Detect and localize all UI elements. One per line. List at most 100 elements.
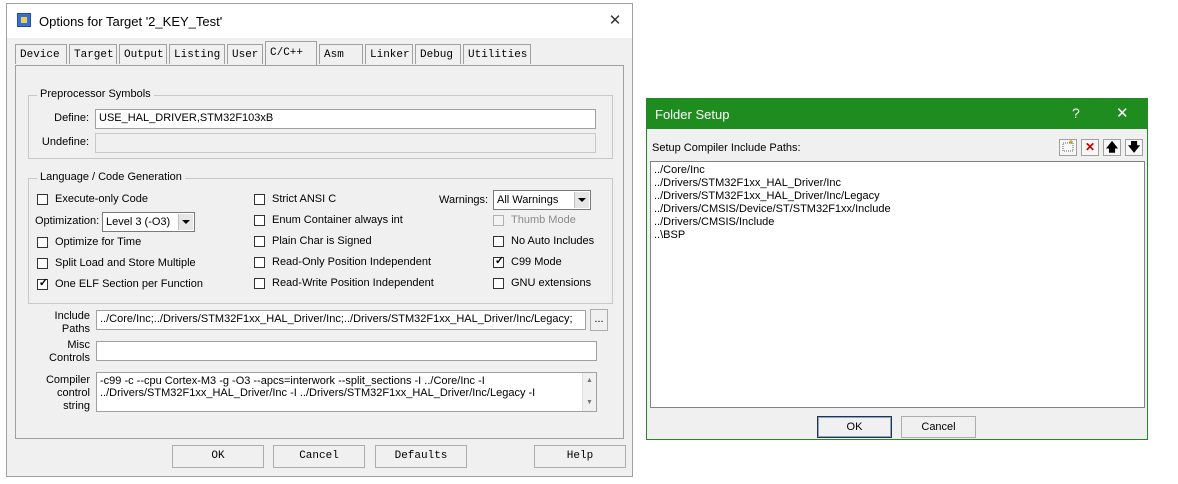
list-item[interactable]: ..\BSP bbox=[654, 229, 685, 241]
folder-cancel-button[interactable]: Cancel bbox=[901, 416, 976, 438]
strict-ansi-checkbox[interactable] bbox=[254, 194, 265, 205]
gnu-ext-label: GNU extensions bbox=[511, 277, 592, 289]
ro-pi-label: Read-Only Position Independent bbox=[272, 256, 431, 268]
ok-button[interactable]: OK bbox=[172, 445, 264, 468]
options-titlebar[interactable]: Options for Target '2_KEY_Test' ✕ bbox=[7, 4, 632, 38]
tab-debug[interactable]: Debug bbox=[415, 44, 461, 64]
thumb-mode-label: Thumb Mode bbox=[511, 214, 576, 226]
optimize-time-checkbox[interactable] bbox=[37, 237, 48, 248]
new-folder-icon[interactable] bbox=[1059, 139, 1077, 156]
compiler-control-label-line1: Compiler bbox=[45, 374, 90, 386]
undefine-input[interactable] bbox=[95, 133, 596, 153]
misc-controls-label-line2: Controls bbox=[49, 352, 90, 364]
preprocessor-group: Preprocessor Symbols Define: USE_HAL_DRI… bbox=[28, 88, 613, 159]
folder-setup-title: Folder Setup bbox=[655, 107, 730, 122]
compiler-control-label-line2: control bbox=[56, 387, 90, 399]
optimization-select[interactable]: Level 3 (-O3) bbox=[102, 212, 195, 232]
options-title: Options for Target '2_KEY_Test' bbox=[39, 14, 223, 29]
check-icon: ✓ bbox=[38, 277, 49, 289]
include-paths-list[interactable]: ../Core/Inc ../Drivers/STM32F1xx_HAL_Dri… bbox=[650, 161, 1145, 408]
keil-app-icon bbox=[17, 13, 31, 27]
execute-only-label: Execute-only Code bbox=[55, 193, 148, 205]
cancel-button[interactable]: Cancel bbox=[273, 445, 365, 468]
tab-device[interactable]: Device bbox=[15, 44, 67, 64]
undefine-label: Undefine: bbox=[41, 136, 89, 148]
language-group: Language / Code Generation Execute-only … bbox=[28, 171, 613, 304]
enum-container-label: Enum Container always int bbox=[272, 214, 403, 226]
tab-user[interactable]: User bbox=[227, 44, 263, 64]
options-dialog: Options for Target '2_KEY_Test' ✕ Device… bbox=[6, 3, 633, 477]
c99-mode-checkbox[interactable]: ✓ bbox=[493, 255, 504, 268]
tab-target[interactable]: Target bbox=[69, 44, 117, 64]
tab-asm[interactable]: Asm bbox=[319, 44, 363, 64]
execute-only-checkbox[interactable] bbox=[37, 194, 48, 205]
preprocessor-legend: Preprocessor Symbols bbox=[37, 88, 154, 100]
misc-controls-label-line1: Misc bbox=[67, 339, 90, 351]
list-item[interactable]: ../Drivers/CMSIS/Device/ST/STM32F1xx/Inc… bbox=[654, 203, 891, 215]
warnings-label: Warnings: bbox=[439, 194, 489, 206]
folder-ok-button[interactable]: OK bbox=[817, 416, 892, 438]
tab-linker[interactable]: Linker bbox=[365, 44, 413, 64]
warnings-select[interactable]: All Warnings bbox=[493, 190, 591, 210]
compiler-control-label: Compiler control string bbox=[24, 374, 90, 413]
tab-output[interactable]: Output bbox=[119, 44, 167, 64]
compiler-control-scrollbar[interactable]: ▲ ▼ bbox=[582, 373, 596, 411]
compiler-control-line2: ../Drivers/STM32F1xx_HAL_Driver/Inc -I .… bbox=[100, 387, 536, 399]
chevron-down-icon[interactable] bbox=[574, 192, 589, 208]
compiler-control-label-line3: string bbox=[63, 400, 90, 412]
ro-pi-checkbox[interactable] bbox=[254, 257, 265, 268]
compiler-control-textarea[interactable]: -c99 -c --cpu Cortex-M3 -g -O3 --apcs=in… bbox=[96, 372, 597, 412]
define-input[interactable]: USE_HAL_DRIVER,STM32F103xB bbox=[95, 109, 596, 129]
list-item[interactable]: ../Drivers/STM32F1xx_HAL_Driver/Inc bbox=[654, 177, 841, 189]
close-icon[interactable]: ✕ bbox=[604, 10, 626, 32]
chevron-down-icon[interactable] bbox=[178, 214, 193, 230]
define-label: Define: bbox=[54, 112, 89, 124]
list-item[interactable]: ../Drivers/STM32F1xx_HAL_Driver/Inc/Lega… bbox=[654, 190, 880, 202]
include-paths-label-line1: Include bbox=[54, 310, 90, 322]
optimization-label: Optimization: bbox=[35, 215, 100, 227]
optimization-value: Level 3 (-O3) bbox=[106, 216, 171, 228]
c-cpp-tab-panel: Preprocessor Symbols Define: USE_HAL_DRI… bbox=[15, 65, 624, 439]
help-icon[interactable]: ? bbox=[1072, 105, 1080, 121]
scroll-down-icon[interactable]: ▼ bbox=[586, 397, 593, 409]
move-up-icon[interactable]: 🡅 bbox=[1103, 139, 1121, 156]
tab-listing[interactable]: Listing bbox=[169, 44, 225, 64]
close-icon[interactable]: ✕ bbox=[1116, 104, 1129, 122]
no-auto-includes-label: No Auto Includes bbox=[511, 235, 595, 247]
optimize-time-label: Optimize for Time bbox=[55, 236, 142, 248]
gnu-ext-checkbox[interactable] bbox=[493, 278, 504, 289]
tab-utilities[interactable]: Utilities bbox=[463, 44, 531, 64]
warnings-value: All Warnings bbox=[497, 194, 559, 206]
one-elf-label: One ELF Section per Function bbox=[55, 278, 203, 290]
rw-pi-checkbox[interactable] bbox=[254, 278, 265, 289]
split-load-label: Split Load and Store Multiple bbox=[55, 257, 196, 269]
scroll-up-icon[interactable]: ▲ bbox=[586, 375, 593, 387]
tab-c-cpp[interactable]: C/C++ bbox=[265, 41, 317, 65]
delete-icon[interactable]: ✕ bbox=[1081, 139, 1099, 156]
list-item[interactable]: ../Core/Inc bbox=[654, 164, 705, 176]
include-paths-label-line2: Paths bbox=[61, 323, 90, 335]
help-button[interactable]: Help bbox=[534, 445, 626, 468]
defaults-button[interactable]: Defaults bbox=[375, 445, 467, 468]
plain-char-label: Plain Char is Signed bbox=[272, 235, 372, 247]
include-paths-header-label: Setup Compiler Include Paths: bbox=[652, 142, 801, 154]
include-paths-browse-button[interactable]: ... bbox=[590, 309, 608, 331]
misc-controls-label: Misc Controls bbox=[24, 339, 90, 365]
misc-controls-input[interactable] bbox=[96, 341, 597, 361]
c99-mode-label: C99 Mode bbox=[511, 256, 562, 268]
split-load-checkbox[interactable] bbox=[37, 258, 48, 269]
enum-container-checkbox[interactable] bbox=[254, 215, 265, 226]
move-down-icon[interactable]: 🡇 bbox=[1125, 139, 1143, 156]
plain-char-checkbox[interactable] bbox=[254, 236, 265, 247]
no-auto-includes-checkbox[interactable] bbox=[493, 236, 504, 247]
thumb-mode-checkbox bbox=[493, 215, 504, 226]
folder-setup-dialog: Folder Setup ? ✕ Setup Compiler Include … bbox=[646, 98, 1148, 440]
include-paths-label: Include Paths bbox=[24, 310, 90, 336]
language-legend: Language / Code Generation bbox=[37, 171, 185, 183]
rw-pi-label: Read-Write Position Independent bbox=[272, 277, 434, 289]
include-paths-input[interactable]: ../Core/Inc;../Drivers/STM32F1xx_HAL_Dri… bbox=[96, 310, 586, 330]
compiler-control-line1: -c99 -c --cpu Cortex-M3 -g -O3 --apcs=in… bbox=[100, 375, 485, 387]
one-elf-checkbox[interactable]: ✓ bbox=[37, 277, 49, 290]
list-item[interactable]: ../Drivers/CMSIS/Include bbox=[654, 216, 774, 228]
folder-setup-titlebar[interactable]: Folder Setup ? ✕ bbox=[647, 99, 1147, 129]
